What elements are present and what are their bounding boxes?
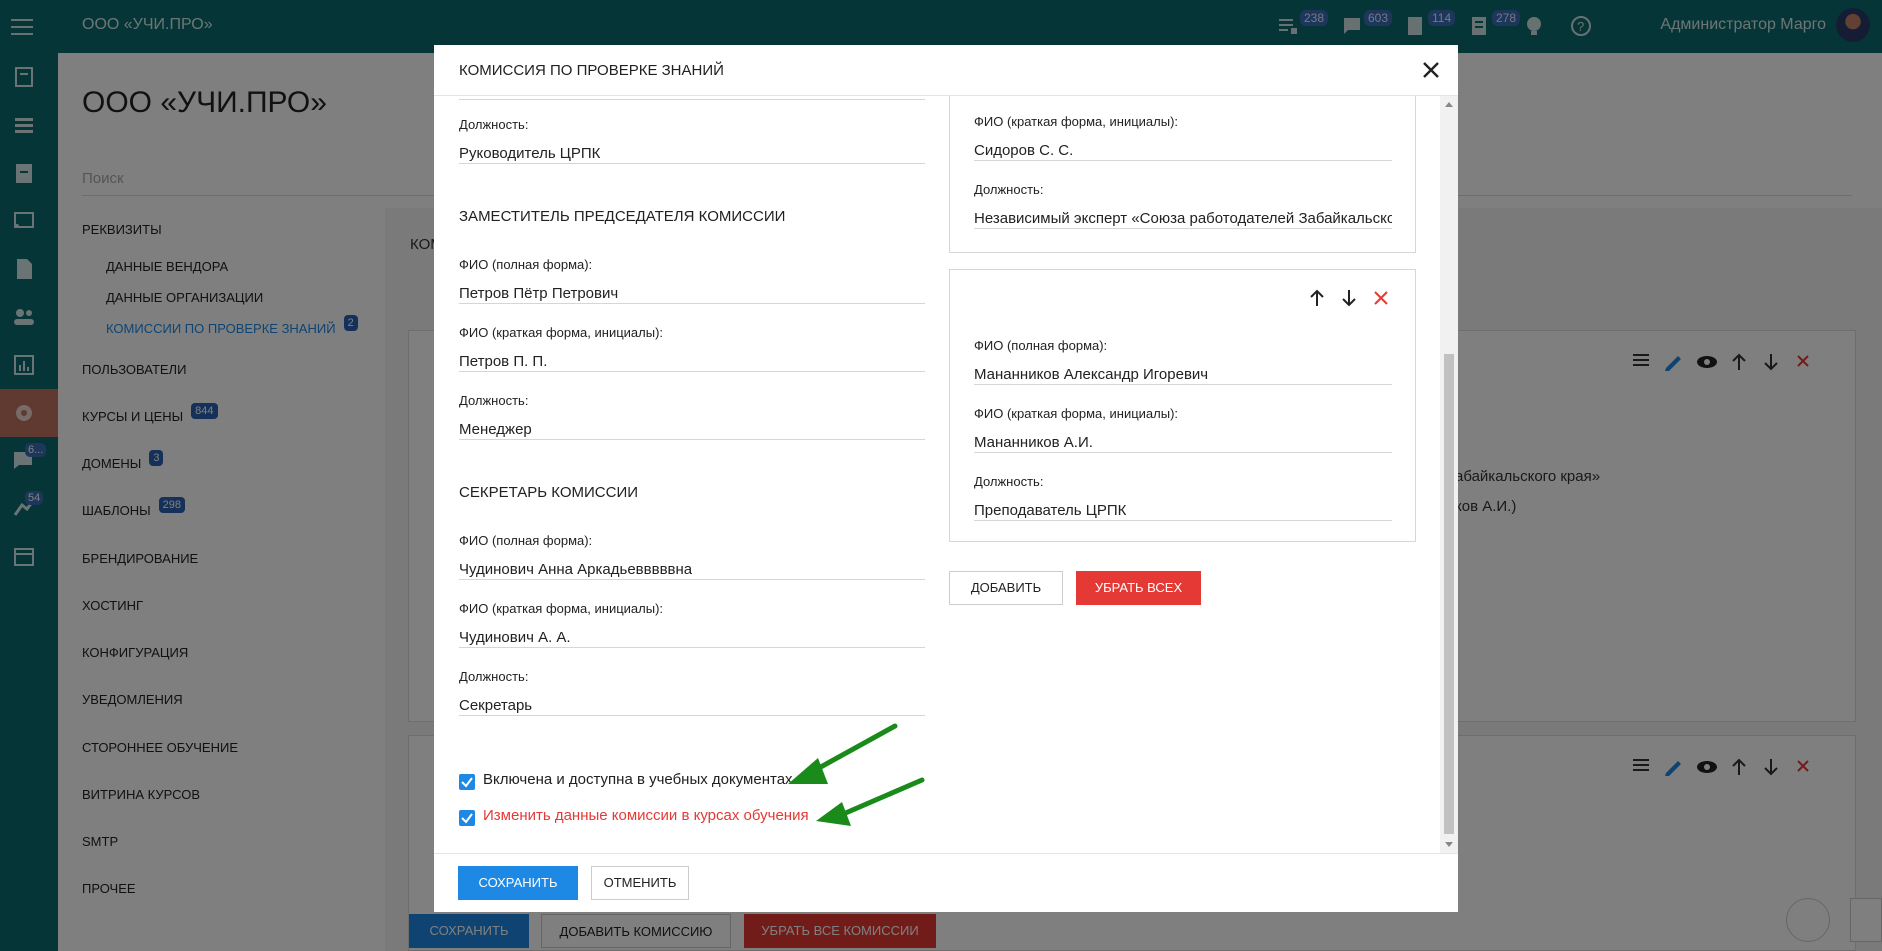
secretary-full-name-field[interactable]: ФИО (полная форма): Чудинович Анна Аркад… [459, 533, 925, 580]
field-label: Должность: [974, 474, 1044, 489]
member-position-field[interactable]: Должность: Преподаватель ЦРПК [974, 474, 1392, 521]
field-value: Менеджер [459, 421, 532, 438]
deputy-position-field[interactable]: Должность: Менеджер [459, 393, 925, 440]
dialog-scrollbar[interactable] [1440, 96, 1458, 853]
add-member-button[interactable]: ДОБАВИТЬ [949, 571, 1063, 605]
secretary-position-field[interactable]: Должность: Секретарь [459, 669, 925, 716]
chair-position-field[interactable]: Должность: Руководитель ЦРПК [459, 117, 925, 164]
dialog-footer: СОХРАНИТЬ ОТМЕНИТЬ [434, 853, 1458, 912]
field-label: ФИО (краткая форма, инициалы): [459, 325, 664, 340]
deputy-short-name-field[interactable]: ФИО (краткая форма, инициалы): Петров П.… [459, 325, 925, 372]
field-value: Мананников А.И. [974, 434, 1093, 451]
member-card: ФИО (краткая форма, инициалы): Сидоров С… [949, 96, 1416, 253]
enabled-checkbox[interactable] [459, 774, 475, 790]
field-value: Петров Пётр Петрович [459, 285, 619, 302]
save-button[interactable]: СОХРАНИТЬ [458, 866, 578, 900]
field-label: ФИО (краткая форма, инициалы): [974, 406, 1179, 421]
secretary-heading: СЕКРЕТАРЬ КОМИССИИ [459, 484, 639, 501]
field-label: ФИО (полная форма): [459, 257, 593, 272]
remove-all-members-button[interactable]: УБРАТЬ ВСЕХ [1076, 571, 1201, 605]
member-position-field[interactable]: Должность: Независимый эксперт «Союза ра… [974, 182, 1392, 229]
field-value: Независимый эксперт «Союза работодателей… [974, 210, 1392, 227]
field-value: Мананников Александр Игоревич [974, 366, 1209, 383]
field-label: Должность: [459, 117, 529, 132]
secretary-short-name-field[interactable]: ФИО (краткая форма, инициалы): Чудинович… [459, 601, 925, 648]
member-short-name-field[interactable]: ФИО (краткая форма, инициалы): Сидоров С… [974, 114, 1392, 161]
field-label: ФИО (полная форма): [459, 533, 593, 548]
update-courses-checkbox[interactable] [459, 810, 475, 826]
field-label: Должность: [459, 669, 529, 684]
annotation-arrow-icon [816, 777, 925, 826]
divider [459, 96, 925, 100]
dialog-header: КОМИССИЯ ПО ПРОВЕРКЕ ЗНАНИЙ [434, 45, 1458, 96]
dialog-body: Должность: Руководитель ЦРПК ЗАМЕСТИТЕЛЬ… [434, 96, 1440, 853]
field-label: ФИО (полная форма): [974, 338, 1108, 353]
update-courses-checkbox-label[interactable]: Изменить данные комиссии в курсах обучен… [483, 807, 809, 824]
remove-icon[interactable] [1370, 287, 1392, 309]
field-value: Петров П. П. [459, 353, 548, 370]
move-down-icon[interactable] [1338, 287, 1360, 309]
field-value: Преподаватель ЦРПК [974, 502, 1127, 519]
field-label: ФИО (краткая форма, инициалы): [974, 114, 1179, 129]
move-up-icon[interactable] [1306, 287, 1328, 309]
field-value: Чудинович Анна Аркадьевввввна [459, 561, 693, 578]
member-full-name-field[interactable]: ФИО (полная форма): Мананников Александр… [974, 338, 1392, 385]
deputy-heading: ЗАМЕСТИТЕЛЬ ПРЕДСЕДАТЕЛЯ КОМИССИИ [459, 208, 786, 225]
field-label: ФИО (краткая форма, инициалы): [459, 601, 664, 616]
close-icon[interactable] [1418, 57, 1444, 83]
field-value: Секретарь [459, 697, 533, 714]
field-label: Должность: [974, 182, 1044, 197]
field-value: Чудинович А. А. [459, 629, 571, 646]
cancel-button[interactable]: ОТМЕНИТЬ [591, 866, 689, 900]
scrollbar-thumb[interactable] [1444, 354, 1454, 834]
dialog-title: КОМИССИЯ ПО ПРОВЕРКЕ ЗНАНИЙ [459, 62, 724, 79]
enabled-checkbox-label[interactable]: Включена и доступна в учебных документах [483, 771, 793, 788]
field-label: Должность: [459, 393, 529, 408]
deputy-full-name-field[interactable]: ФИО (полная форма): Петров Пётр Петрович [459, 257, 925, 304]
member-short-name-field[interactable]: ФИО (краткая форма, инициалы): Мананнико… [974, 406, 1392, 453]
field-value: Руководитель ЦРПК [459, 145, 601, 162]
member-card: ФИО (полная форма): Мананников Александр… [949, 269, 1416, 542]
field-value: Сидоров С. С. [974, 142, 1074, 159]
